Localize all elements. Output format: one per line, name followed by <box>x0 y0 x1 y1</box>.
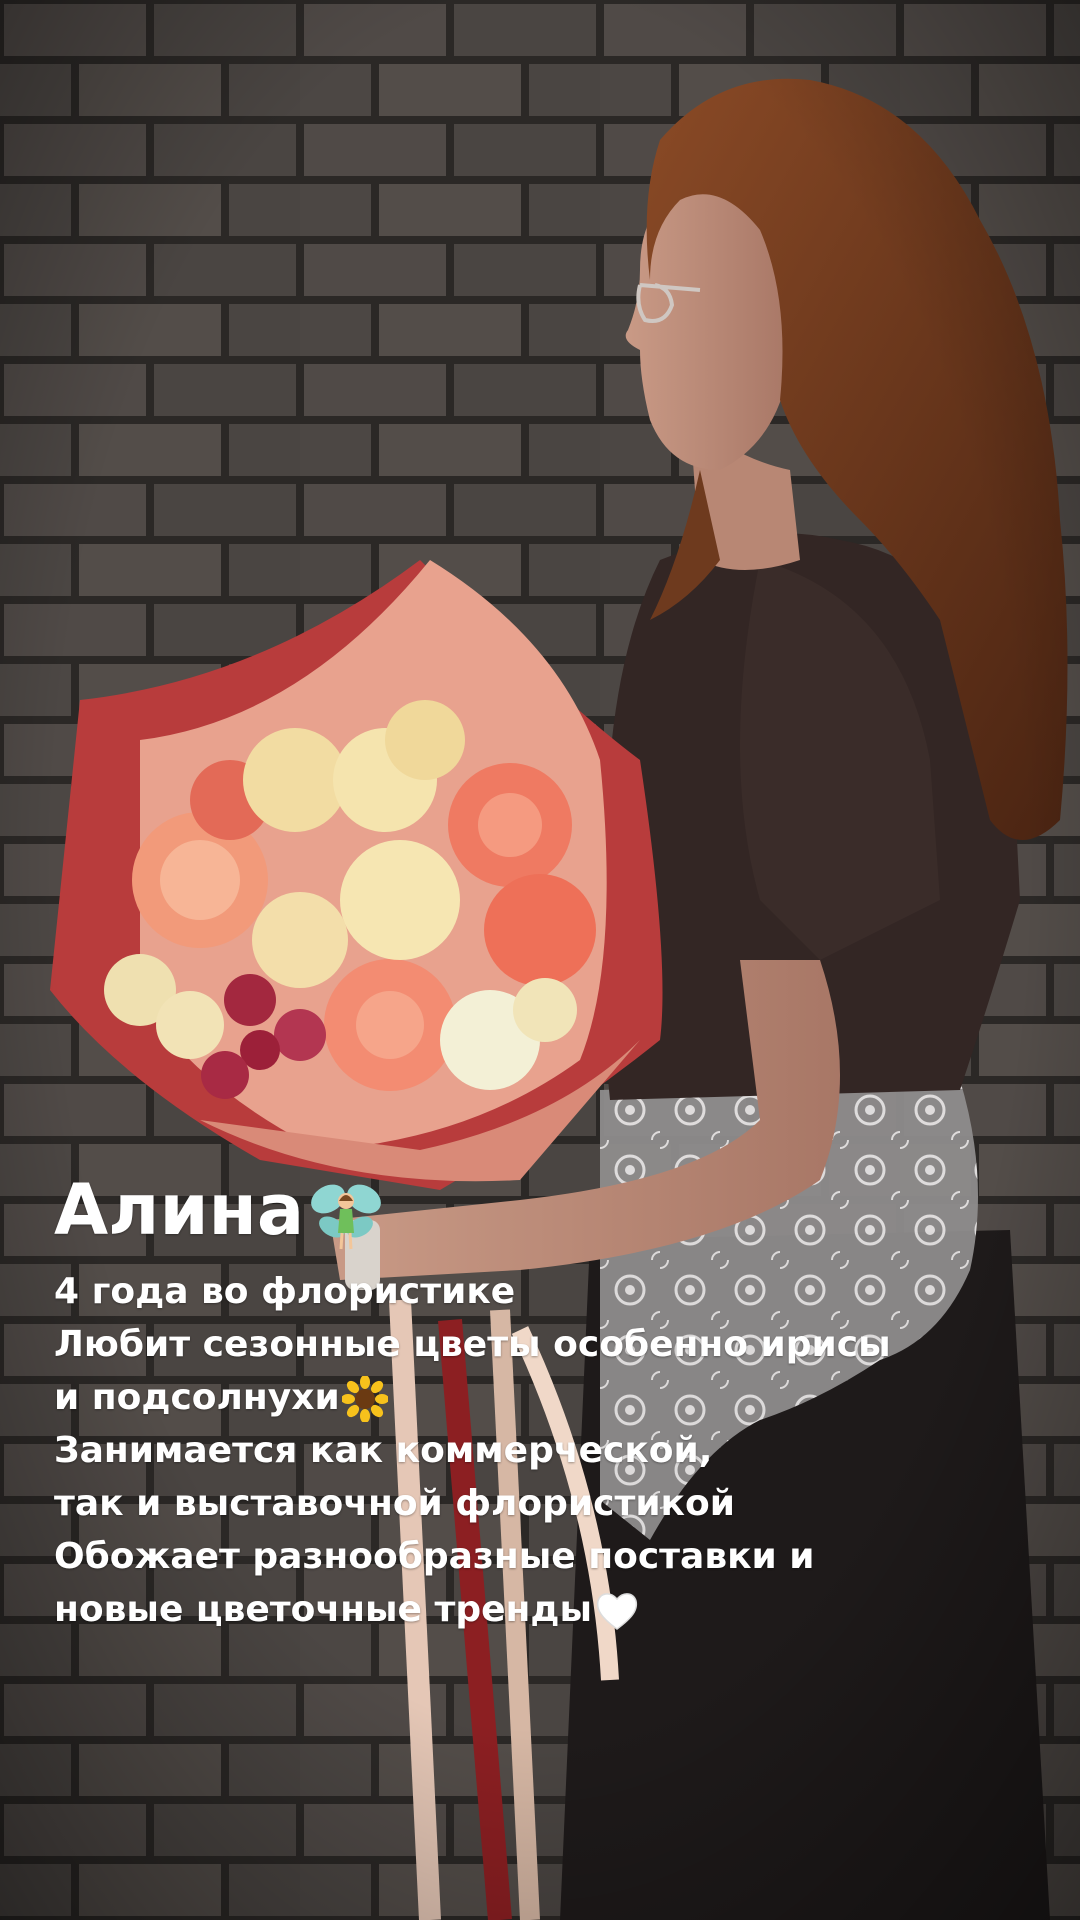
caption-line-experience: 4 года во флористике <box>54 1270 516 1312</box>
caption-line-supplies: Обожает разнообразные поставки и <box>54 1535 815 1577</box>
caption-line-trends-text: новые цветочные тренды <box>54 1588 593 1630</box>
caption-line-sunflowers-text: и подсолнухи <box>54 1376 340 1418</box>
florist-name-heading: Алина <box>54 1170 1054 1255</box>
fairy-emoji-icon <box>311 1184 381 1250</box>
caption-line-commercial: Занимается как коммерческой, <box>54 1429 713 1471</box>
white-heart-emoji-icon <box>596 1593 638 1630</box>
sunflower-emoji-icon <box>341 1375 388 1422</box>
caption-line-trends: новые цветочные тренды <box>54 1583 1054 1636</box>
caption-line-exhibition: так и выставочной флористикой <box>54 1482 735 1524</box>
florist-name: Алина <box>54 1169 305 1251</box>
story-screen: Алина 4 года во флористике Любит сезонны… <box>0 0 1080 1920</box>
story-caption: Алина 4 года во флористике Любит сезонны… <box>54 1170 1054 1636</box>
caption-line-sunflowers: и подсолнухи <box>54 1371 1054 1424</box>
caption-line-favorite-flowers: Любит сезонные цветы особенно ирисы <box>54 1323 891 1365</box>
